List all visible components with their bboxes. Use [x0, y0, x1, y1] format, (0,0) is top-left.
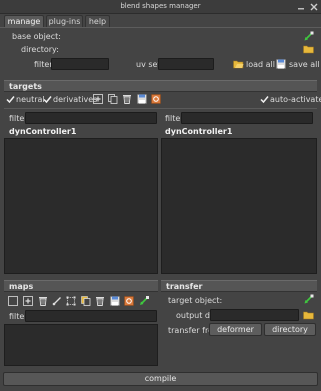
derivatives-checkbox[interactable]: [43, 95, 52, 104]
deformer-button[interactable]: deformer: [209, 323, 262, 336]
new-icon[interactable]: [8, 296, 18, 306]
tab-help[interactable]: help: [85, 15, 110, 27]
maps-list[interactable]: [4, 324, 158, 366]
base-object-label: base object:: [12, 32, 61, 41]
neutral-label: neutral: [16, 95, 45, 104]
compile-button[interactable]: compile: [3, 372, 318, 386]
tab-plug-ins[interactable]: plug-ins: [46, 15, 83, 27]
tab-divider: [0, 27, 321, 28]
filter-input[interactable]: [51, 58, 109, 70]
add-icon[interactable]: [23, 296, 33, 306]
right-filter-input[interactable]: [181, 112, 313, 124]
reset-icon[interactable]: [151, 94, 161, 104]
right-target-title: dynController1: [165, 127, 233, 136]
delete-icon[interactable]: [95, 296, 105, 306]
tab-manage[interactable]: manage: [4, 15, 44, 27]
derivatives-label: derivatives: [53, 95, 98, 104]
select-icon[interactable]: [66, 296, 76, 306]
folder-icon[interactable]: [303, 44, 314, 54]
window-title: blend shapes manager: [120, 2, 201, 10]
folder-icon[interactable]: [303, 310, 314, 320]
output-dir-input[interactable]: [210, 309, 299, 321]
copy-icon[interactable]: [108, 94, 118, 104]
close-icon[interactable]: [310, 3, 318, 11]
targets-divider: [4, 108, 317, 109]
left-target-title: dynController1: [9, 127, 77, 136]
auto-activate-checkbox[interactable]: [260, 95, 269, 104]
directory-label: directory:: [21, 45, 59, 54]
pick-target-icon[interactable]: [303, 294, 314, 305]
title-bar: blend shapes manager: [0, 0, 321, 14]
maps-header: maps: [4, 280, 158, 292]
delete-icon[interactable]: [38, 296, 48, 306]
save-all-button[interactable]: save all: [289, 59, 320, 70]
load-all-button[interactable]: load all: [246, 59, 275, 70]
reset-icon[interactable]: [124, 296, 134, 306]
directory-button[interactable]: directory: [264, 323, 316, 336]
auto-activate-label: auto-activate: [270, 95, 321, 104]
load-icon[interactable]: [139, 296, 149, 306]
transfer-header: transfer: [161, 280, 317, 292]
copy-icon[interactable]: [81, 296, 91, 306]
left-filter-input[interactable]: [25, 112, 157, 124]
save-icon[interactable]: [137, 94, 147, 104]
save-icon[interactable]: [110, 296, 120, 306]
right-target-list[interactable]: [161, 138, 317, 274]
neutral-checkbox[interactable]: [6, 95, 15, 104]
save-all-icon[interactable]: [276, 59, 286, 69]
pick-object-icon[interactable]: [303, 31, 314, 42]
delete-icon[interactable]: [122, 94, 132, 104]
targets-header: targets: [4, 80, 317, 92]
load-all-icon[interactable]: [233, 59, 244, 69]
paint-icon[interactable]: [52, 296, 62, 306]
maps-filter-input[interactable]: [25, 310, 157, 322]
minimize-icon[interactable]: [297, 3, 305, 11]
add-icon[interactable]: [93, 94, 103, 104]
target-object-label: target object:: [168, 296, 223, 305]
left-target-list[interactable]: [4, 138, 158, 274]
uv-set-input[interactable]: [158, 58, 214, 70]
